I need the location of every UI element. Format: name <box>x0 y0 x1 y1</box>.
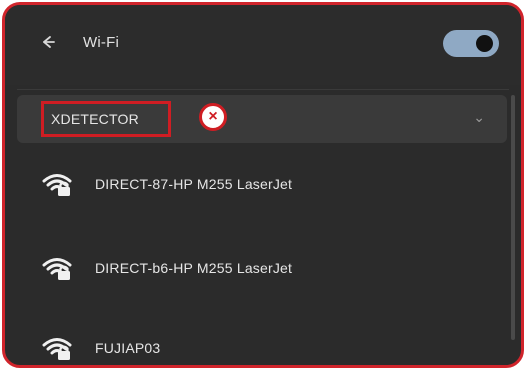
arrow-left-icon[interactable] <box>39 33 61 55</box>
network-name: FUJIAP03 <box>95 340 161 356</box>
close-icon: × <box>199 103 227 131</box>
wifi-header: Wi-Fi <box>5 5 521 85</box>
network-list-item[interactable]: FUJIAP03 <box>17 321 507 365</box>
network-list-item[interactable]: DIRECT-b6-HP M255 LaserJet <box>17 241 507 297</box>
wifi-secured-icon <box>41 255 75 281</box>
selected-network-row[interactable]: XDETECTOR × ⌄ <box>17 95 507 143</box>
wifi-toggle[interactable] <box>443 30 499 57</box>
selected-network-name: XDETECTOR <box>51 111 139 127</box>
toggle-knob <box>476 35 493 52</box>
wifi-secured-icon <box>41 335 75 361</box>
wifi-panel-frame: Wi-Fi XDETECTOR × ⌄ DIRECT-87-HP M255 La… <box>2 2 524 368</box>
chevron-down-icon[interactable]: ⌄ <box>473 109 485 126</box>
scrollbar[interactable] <box>511 95 515 340</box>
wifi-secured-icon <box>41 171 75 197</box>
page-title: Wi-Fi <box>83 34 119 51</box>
network-list-item[interactable]: DIRECT-87-HP M255 LaserJet <box>17 157 507 213</box>
header-divider <box>17 89 509 90</box>
network-name: DIRECT-87-HP M255 LaserJet <box>95 176 293 192</box>
network-name: DIRECT-b6-HP M255 LaserJet <box>95 260 293 276</box>
